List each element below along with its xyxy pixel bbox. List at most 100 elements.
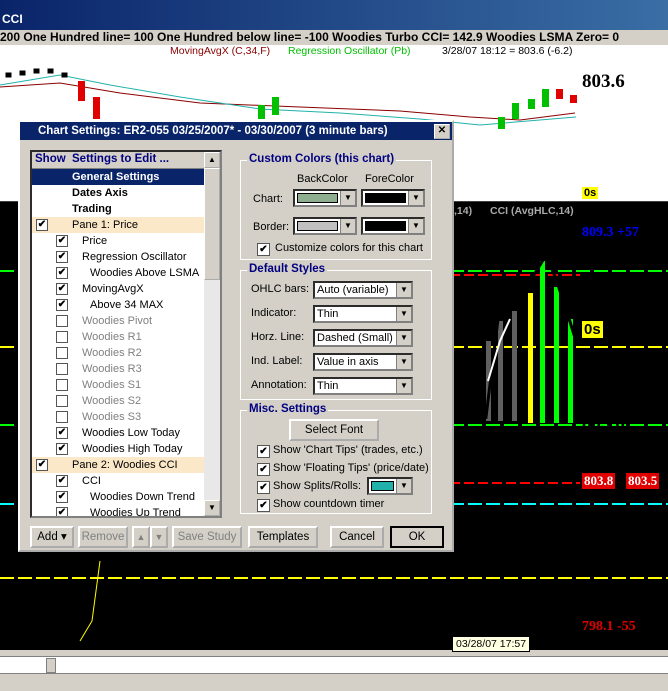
item-checkbox[interactable] xyxy=(56,395,68,407)
settings-list-item[interactable]: ✔ Woodies Above LSMA xyxy=(32,265,204,281)
settings-list-item[interactable]: Woodies S3 xyxy=(32,409,204,425)
select-font-button[interactable]: Select Font xyxy=(289,419,379,441)
item-checkbox[interactable]: ✔ xyxy=(56,427,68,439)
add-button[interactable]: Add ▾ xyxy=(30,526,74,548)
settings-list-item[interactable]: Woodies R2 xyxy=(32,345,204,361)
chart-tips-checkbox[interactable]: ✔ xyxy=(257,445,270,458)
settings-list-item[interactable]: Woodies S2 xyxy=(32,393,204,409)
item-checkbox[interactable]: ✔ xyxy=(56,235,68,247)
border-forecolor-picker[interactable]: ▼ xyxy=(361,217,425,235)
list-scrollbar[interactable]: ▲ ▼ xyxy=(204,152,220,516)
horizontal-scrollbar[interactable] xyxy=(0,656,668,674)
item-checkbox[interactable]: ✔ xyxy=(36,219,48,231)
item-checkbox[interactable] xyxy=(56,363,68,375)
item-checkbox[interactable]: ✔ xyxy=(56,299,68,311)
style-select[interactable]: Dashed (Small) ▼ xyxy=(313,329,413,347)
chart-backcolor-picker[interactable]: ▼ xyxy=(293,189,357,207)
settings-list-item[interactable]: Dates Axis xyxy=(32,185,204,201)
settings-list-item[interactable]: Woodies S1 xyxy=(32,377,204,393)
border-forecolor-swatch xyxy=(365,221,406,231)
chevron-down-icon[interactable]: ▼ xyxy=(396,379,411,393)
close-icon[interactable]: ✕ xyxy=(434,124,450,139)
templates-button[interactable]: Templates xyxy=(248,526,318,548)
border-backcolor-swatch xyxy=(297,221,338,231)
settings-list-item[interactable]: Trading xyxy=(32,201,204,217)
style-select[interactable]: Auto (variable) ▼ xyxy=(313,281,413,299)
dialog-title-bar[interactable]: Chart Settings: ER2-055 03/25/2007* - 03… xyxy=(20,122,452,140)
item-checkbox[interactable] xyxy=(56,315,68,327)
chevron-down-icon[interactable]: ▼ xyxy=(396,307,411,321)
splits-rolls-label: Show Splits/Rolls: xyxy=(273,480,362,492)
settings-list-item[interactable]: Woodies R1 xyxy=(32,329,204,345)
move-down-icon[interactable]: ▼ xyxy=(150,526,168,548)
item-checkbox[interactable]: ✔ xyxy=(56,491,68,503)
splits-color-swatch xyxy=(371,481,394,491)
style-select[interactable]: Thin ▼ xyxy=(313,377,413,395)
settings-list-item[interactable]: ✔ Price xyxy=(32,233,204,249)
item-checkbox[interactable]: ✔ xyxy=(36,459,48,471)
settings-list-item[interactable]: ✔ Regression Oscillator xyxy=(32,249,204,265)
chart-tips-label: Show 'Chart Tips' (trades, etc.) xyxy=(273,444,423,456)
border-backcolor-picker[interactable]: ▼ xyxy=(293,217,357,235)
settings-list-item[interactable]: Woodies Pivot xyxy=(32,313,204,329)
item-checkbox[interactable] xyxy=(56,411,68,423)
settings-list-item[interactable]: ✔ Above 34 MAX xyxy=(32,297,204,313)
chevron-down-icon[interactable]: ▼ xyxy=(396,355,411,369)
ok-button[interactable]: OK xyxy=(390,526,444,548)
settings-list-item[interactable]: ✔ Woodies Up Trend xyxy=(32,505,204,516)
settings-list-item[interactable]: ✔ Pane 2: Woodies CCI xyxy=(32,457,204,473)
scroll-thumb[interactable] xyxy=(46,658,56,673)
settings-list[interactable]: Show Settings to Edit ... General Settin… xyxy=(30,150,222,518)
settings-list-item-label: Pane 2: Woodies CCI xyxy=(72,459,178,471)
chevron-down-icon[interactable]: ▼ xyxy=(396,331,411,345)
splits-color-picker[interactable]: ▼ xyxy=(367,477,413,495)
scroll-down-icon[interactable]: ▼ xyxy=(204,500,220,516)
remove-button[interactable]: Remove xyxy=(78,526,128,548)
item-checkbox[interactable]: ✔ xyxy=(56,443,68,455)
chevron-down-icon[interactable]: ▼ xyxy=(408,219,423,233)
countdown-checkbox[interactable]: ✔ xyxy=(257,499,270,512)
window-title: CCI xyxy=(2,12,23,26)
settings-list-item-label: Woodies Above LSMA xyxy=(90,267,200,279)
chevron-down-icon[interactable]: ▼ xyxy=(396,283,411,297)
style-select[interactable]: Thin ▼ xyxy=(313,305,413,323)
chevron-down-icon[interactable]: ▼ xyxy=(396,479,411,493)
item-checkbox[interactable] xyxy=(56,347,68,359)
label-803-5: 803.5 xyxy=(626,473,660,489)
save-study-button[interactable]: Save Study xyxy=(172,526,242,548)
style-label: OHLC bars: xyxy=(251,283,310,295)
style-select-value: Thin xyxy=(317,380,339,392)
item-checkbox[interactable] xyxy=(56,379,68,391)
settings-list-item[interactable]: Woodies R3 xyxy=(32,361,204,377)
settings-list-item[interactable]: ✔ Woodies High Today xyxy=(32,441,204,457)
chevron-down-icon[interactable]: ▼ xyxy=(340,191,355,205)
customize-colors-label: Customize colors for this chart xyxy=(275,242,423,254)
splits-rolls-checkbox[interactable]: ✔ xyxy=(257,481,270,494)
item-checkbox[interactable]: ✔ xyxy=(56,267,68,279)
settings-list-item-label: Pane 1: Price xyxy=(72,219,139,231)
item-checkbox[interactable]: ✔ xyxy=(56,283,68,295)
item-checkbox[interactable]: ✔ xyxy=(56,507,68,516)
style-select[interactable]: Value in axis ▼ xyxy=(313,353,413,371)
floating-tips-checkbox[interactable]: ✔ xyxy=(257,463,270,476)
move-up-icon[interactable]: ▲ xyxy=(132,526,150,548)
settings-list-item[interactable]: ✔ MovingAvgX xyxy=(32,281,204,297)
item-checkbox[interactable]: ✔ xyxy=(56,251,68,263)
settings-list-item[interactable]: ✔ Pane 1: Price xyxy=(32,217,204,233)
list-scroll-thumb[interactable] xyxy=(204,168,220,280)
customize-colors-checkbox[interactable]: ✔ xyxy=(257,243,270,256)
cci-zero-marker: 0s xyxy=(582,321,603,338)
settings-list-item-label: Woodies Low Today xyxy=(82,427,181,439)
settings-list-item[interactable]: ✔ Woodies Low Today xyxy=(32,425,204,441)
settings-list-item[interactable]: ✔ Woodies Down Trend xyxy=(32,489,204,505)
cancel-button[interactable]: Cancel xyxy=(330,526,384,548)
item-checkbox[interactable]: ✔ xyxy=(56,475,68,487)
scroll-up-icon[interactable]: ▲ xyxy=(204,152,220,168)
settings-list-item[interactable]: General Settings xyxy=(32,169,204,185)
chevron-down-icon[interactable]: ▼ xyxy=(408,191,423,205)
settings-list-item[interactable]: ✔ CCI xyxy=(32,473,204,489)
chevron-down-icon[interactable]: ▼ xyxy=(340,219,355,233)
item-checkbox[interactable] xyxy=(56,331,68,343)
settings-list-item-label: Above 34 MAX xyxy=(90,299,164,311)
chart-forecolor-picker[interactable]: ▼ xyxy=(361,189,425,207)
